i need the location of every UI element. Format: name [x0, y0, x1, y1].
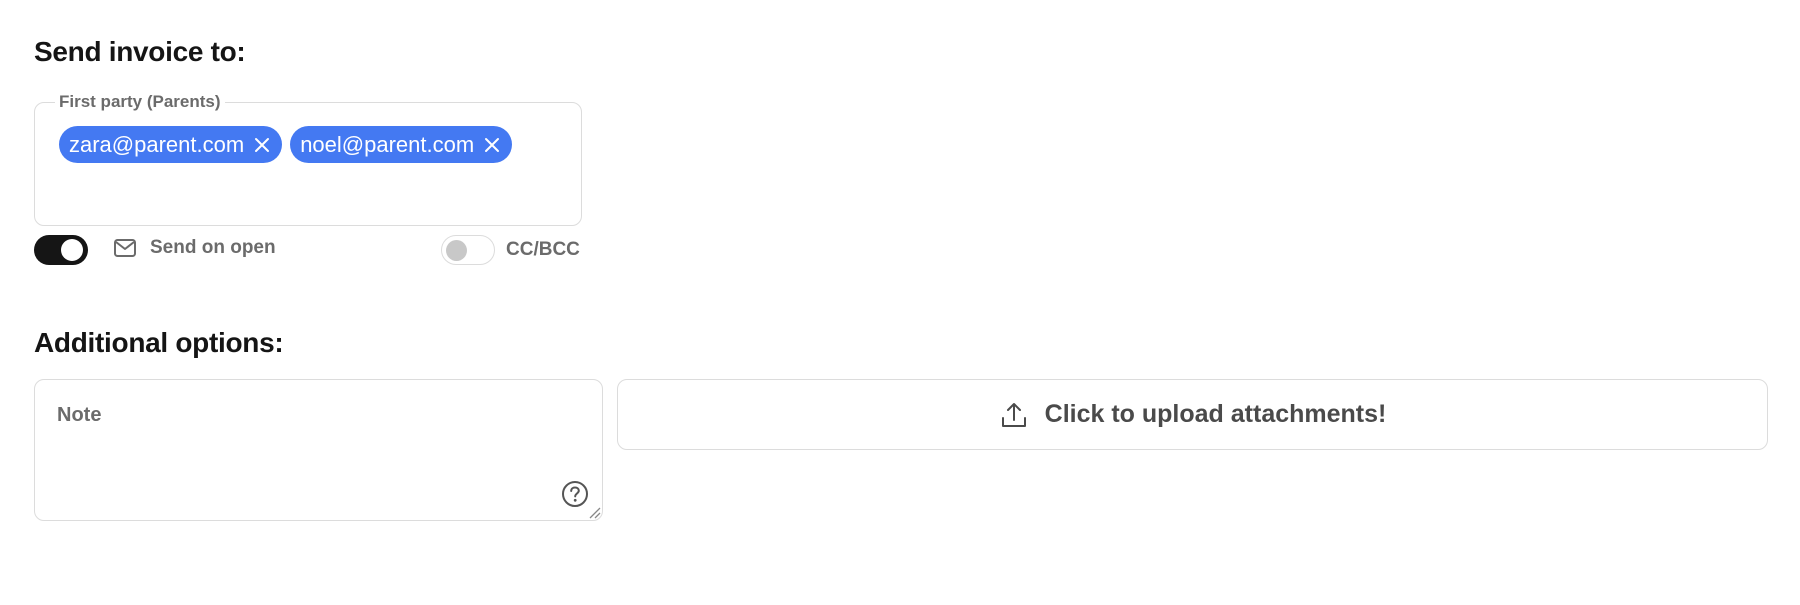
send-on-open-toggle[interactable] — [34, 235, 88, 265]
resize-handle[interactable] — [587, 505, 601, 519]
note-textarea[interactable]: Note — [34, 379, 603, 521]
first-party-recipients-field[interactable]: First party (Parents) zara@parent.com no… — [34, 91, 582, 226]
toggle-knob — [61, 239, 83, 261]
toggle-knob — [446, 239, 467, 261]
upload-icon — [999, 400, 1029, 430]
upload-attachments-label: Click to upload attachments! — [1044, 400, 1387, 428]
recipient-chip-email: zara@parent.com — [69, 132, 245, 157]
cc-bcc-label: CC/BCC — [506, 239, 580, 260]
invoice-send-form: Send invoice to: First party (Parents) z… — [0, 0, 1800, 605]
additional-options-heading: Additional options: — [34, 327, 284, 358]
remove-recipient-icon[interactable] — [254, 137, 270, 153]
recipient-chip[interactable]: zara@parent.com — [59, 126, 283, 163]
mail-icon — [113, 238, 137, 258]
cc-bcc-toggle[interactable] — [441, 235, 495, 265]
upload-attachments-button[interactable]: Click to upload attachments! — [617, 379, 1768, 450]
first-party-legend: First party (Parents) — [55, 91, 225, 113]
send-invoice-heading: Send invoice to: — [34, 36, 246, 67]
recipient-chip[interactable]: noel@parent.com — [290, 126, 513, 163]
note-placeholder: Note — [57, 404, 102, 426]
send-on-open-label: Send on open — [150, 237, 276, 258]
recipient-chip-list: zara@parent.com noel@parent.com — [59, 126, 513, 163]
remove-recipient-icon[interactable] — [484, 137, 500, 153]
help-icon[interactable] — [561, 480, 589, 508]
recipient-chip-email: noel@parent.com — [300, 132, 475, 157]
